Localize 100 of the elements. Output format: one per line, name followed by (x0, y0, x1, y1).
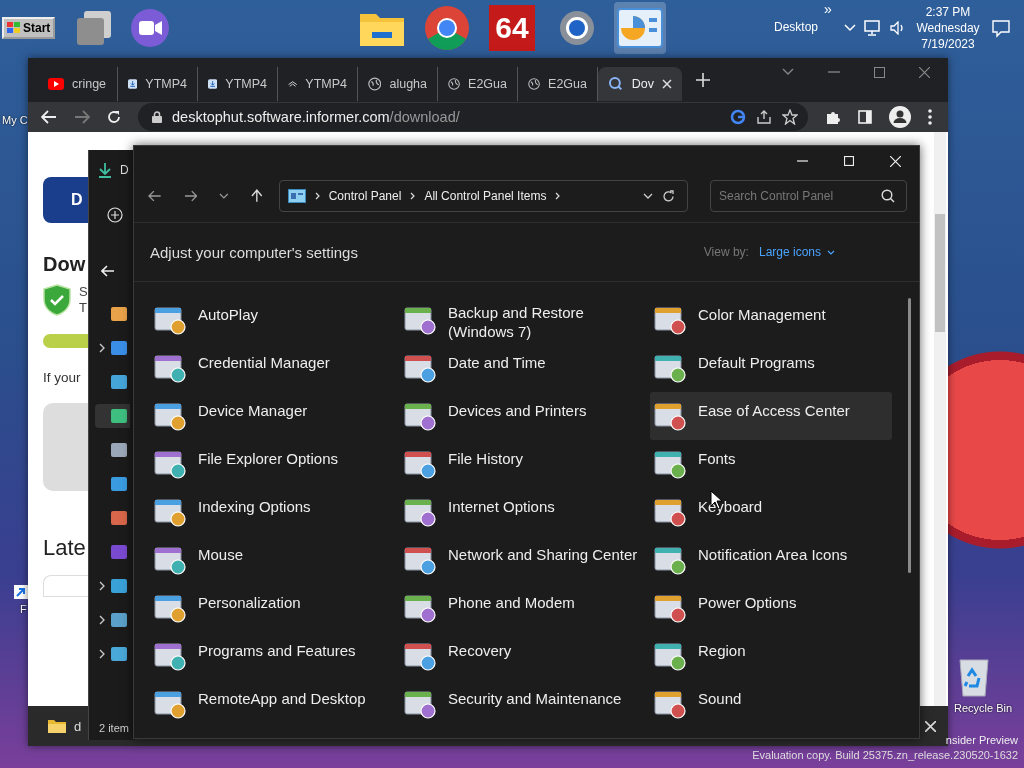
menu-icon[interactable] (928, 109, 932, 125)
chevron-right-icon[interactable] (99, 649, 105, 659)
volume-icon[interactable] (890, 21, 906, 35)
new-tab-icon[interactable] (696, 73, 710, 87)
applet-window-icon (404, 497, 436, 527)
desktop-icon-label[interactable]: F (20, 603, 27, 615)
browser-tab[interactable]: alugha (358, 67, 438, 101)
desktop-icon-label[interactable]: My C (2, 114, 28, 126)
applet-item[interactable]: Device Manager (150, 392, 400, 440)
applet-window-icon (654, 689, 686, 719)
applet-item[interactable]: Notification Area Icons (650, 536, 892, 584)
download-icon (208, 76, 218, 92)
applet-item[interactable]: Fonts (650, 440, 892, 488)
applet-item[interactable]: File History (400, 440, 650, 488)
search-field[interactable]: Search Control Panel (710, 180, 907, 212)
applet-item[interactable]: AutoPlay (150, 296, 400, 344)
globe-icon (448, 76, 461, 92)
applet-window-icon (404, 401, 436, 431)
page-heading: Dow (43, 253, 87, 276)
applet-window-icon (154, 689, 186, 719)
applet-item[interactable]: Ease of Access Center (650, 392, 892, 440)
chevron-right-icon[interactable] (555, 192, 561, 200)
applet-window-icon (404, 545, 436, 575)
chevron-down-icon[interactable] (643, 193, 653, 199)
applet-item[interactable]: Security and Maintenance (400, 680, 650, 728)
address-bar[interactable]: desktophut.software.informer.com/download/ (138, 103, 808, 131)
applet-item[interactable]: Phone and Modem (400, 584, 650, 632)
applet-item[interactable]: Color Management (650, 296, 892, 344)
scrollbar[interactable] (934, 132, 946, 706)
applet-item[interactable]: Mouse (150, 536, 400, 584)
applet-item[interactable]: Credential Manager (150, 344, 400, 392)
applet-window-icon (654, 593, 686, 623)
chevron-down-icon[interactable] (782, 68, 794, 76)
applet-item[interactable]: Keyboard (650, 488, 892, 536)
download-icon (128, 76, 138, 92)
share-icon[interactable] (756, 109, 772, 125)
applet-item[interactable]: Network and Sharing Center (400, 536, 650, 584)
breadcrumb-item[interactable]: All Control Panel Items (424, 189, 547, 203)
plus-circle-icon[interactable] (107, 207, 123, 223)
chevron-right-icon[interactable] (99, 615, 105, 625)
chevron-down-icon[interactable] (219, 193, 229, 199)
pie-chart-icon (617, 8, 663, 48)
desktop-icon-label[interactable]: Recycle Bin (954, 702, 1013, 714)
applet-item[interactable]: Date and Time (400, 344, 650, 392)
applet-window-icon (404, 353, 436, 383)
google-g-icon[interactable] (730, 109, 746, 125)
applet-item[interactable]: Devices and Printers (400, 392, 650, 440)
stacked-squares-icon (76, 10, 112, 46)
view-by-dropdown[interactable]: Large icons (758, 245, 835, 259)
monitor-icon[interactable] (864, 20, 882, 36)
applet-item[interactable]: File Explorer Options (150, 440, 400, 488)
breadcrumb-item[interactable]: Control Panel (328, 189, 402, 203)
forward-arrow-icon[interactable] (183, 190, 198, 202)
puzzle-icon[interactable] (825, 109, 841, 125)
applet-window-icon (404, 449, 436, 479)
desktop-toolbar-label[interactable]: Desktop (774, 20, 819, 34)
forward-arrow-icon[interactable] (74, 110, 90, 124)
browser-tab[interactable]: YTMP4 (198, 67, 278, 101)
start-button[interactable]: Start (2, 17, 56, 39)
shortcut-arrow-icon[interactable] (14, 585, 28, 599)
folder-icon[interactable] (48, 719, 66, 733)
applet-item[interactable]: Indexing Options (150, 488, 400, 536)
notification-icon[interactable] (992, 20, 1010, 38)
taskbar-app-button[interactable] (614, 2, 666, 54)
download-button[interactable]: D (43, 177, 88, 223)
chrome-logo-icon (424, 5, 470, 51)
scrollbar[interactable] (908, 298, 911, 573)
search-icon (608, 76, 624, 92)
play-logo-icon (48, 78, 64, 90)
applet-item[interactable]: Default Programs (650, 344, 892, 392)
up-arrow-icon[interactable] (251, 189, 263, 203)
nav-item[interactable] (95, 404, 130, 428)
profile-icon[interactable] (889, 106, 911, 128)
reload-icon[interactable] (107, 110, 121, 124)
applet-item[interactable]: Sound (650, 680, 892, 728)
browser-tab[interactable]: YTMP4 (278, 67, 358, 101)
applet-item[interactable]: Programs and Features (150, 632, 400, 680)
taskbar-app-button[interactable]: 64 (486, 2, 538, 54)
download-file-name[interactable]: d (74, 718, 82, 734)
browser-tab[interactable]: E2Gua (438, 67, 518, 101)
back-arrow-icon[interactable] (148, 190, 162, 202)
browser-tab[interactable]: YTMP4 (118, 67, 198, 101)
chevron-right-icon[interactable] (99, 343, 105, 353)
star-icon[interactable] (782, 109, 798, 125)
browser-tab[interactable]: cringe (38, 67, 118, 101)
applet-item[interactable]: Internet Options (400, 488, 650, 536)
applet-window-icon (404, 689, 436, 719)
sidebar-icon[interactable] (858, 110, 872, 124)
applet-item[interactable]: Personalization (150, 584, 400, 632)
tray-overflow-button[interactable]: » (824, 1, 832, 17)
address-bar[interactable]: Control Panel All Control Panel Items (278, 180, 688, 212)
refresh-icon[interactable] (662, 189, 675, 203)
browser-tab[interactable]: Dov (598, 67, 682, 101)
applet-item[interactable]: Backup and Restore (Windows 7) (400, 296, 650, 344)
tab-title[interactable]: D (120, 163, 129, 177)
applet-item[interactable]: Region (650, 632, 892, 680)
applet-item[interactable]: Recovery (400, 632, 650, 680)
applet-item[interactable]: Power Options (650, 584, 892, 632)
chevron-right-icon[interactable] (99, 581, 105, 591)
applet-item[interactable]: RemoteApp and Desktop (150, 680, 400, 728)
